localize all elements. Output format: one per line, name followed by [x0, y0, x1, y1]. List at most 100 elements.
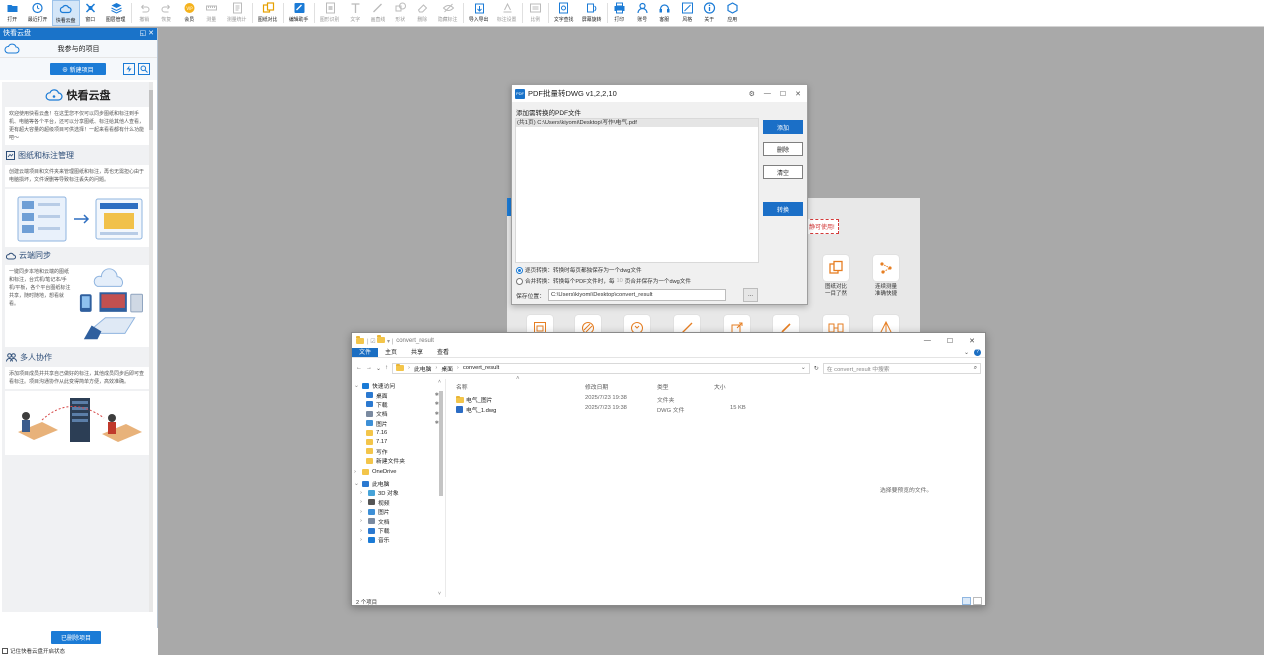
toolbar-button-20[interactable]: 比例	[524, 0, 547, 26]
toolbar-button-4[interactable]: 图层管理	[102, 0, 130, 26]
tab-share[interactable]: 共享	[404, 348, 430, 357]
toolbar-button-25[interactable]: 客服	[654, 0, 677, 26]
explorer-search-icon[interactable]: ⌕	[974, 365, 977, 372]
breadcrumb-desktop[interactable]: 桌面	[441, 364, 453, 373]
expand-arrow-icon[interactable]: ›	[360, 490, 365, 496]
save-path-field[interactable]: C:\Users\kiyomi\Desktop\convert_result	[548, 289, 726, 301]
forward-icon[interactable]: →	[366, 365, 372, 371]
toolbar-button-7[interactable]: VIP 会员	[178, 0, 201, 26]
toolbar-button-9[interactable]: 测量统计	[223, 0, 251, 26]
toolbar-button-24[interactable]: 账号	[631, 0, 654, 26]
nav-item[interactable]: › 下载	[352, 526, 445, 535]
nav-item[interactable]: › 文档	[352, 516, 445, 526]
toolbar-button-23[interactable]: 打印	[609, 0, 632, 26]
explorer-minimize-icon[interactable]: —	[924, 337, 931, 345]
quick-access-toolbar[interactable]: | ☑ ▾ |	[367, 335, 393, 345]
search-input[interactable]: 在 convert_result 中搜索 ⌕	[822, 362, 981, 374]
expand-arrow-icon[interactable]: ⌄	[354, 481, 359, 487]
toolbar-button-14[interactable]: 画直线	[367, 0, 390, 26]
new-project-button[interactable]: ⊕ 新建项目	[50, 63, 106, 75]
toolbar-button-18[interactable]: 导入导出	[465, 0, 493, 26]
breadcrumb-this-pc[interactable]: 此电脑	[414, 364, 431, 373]
nav-item[interactable]: 写作	[352, 447, 445, 456]
file-row[interactable]: 电气_1.dwg 2025/7/23 19:38 DWG 文件 15 KB	[452, 405, 792, 414]
toolbar-button-13[interactable]: 文字	[344, 0, 367, 26]
nav-item[interactable]: 文档 ✱	[352, 409, 445, 418]
add-button[interactable]: 添加	[763, 120, 803, 134]
merge-radio[interactable]	[516, 277, 523, 285]
tab-view[interactable]: 查看	[430, 348, 456, 357]
expand-arrow-icon[interactable]: ›	[360, 509, 365, 515]
expand-arrow-icon[interactable]: ⌄	[354, 383, 359, 389]
toolbar-button-2[interactable]: 快看云盘	[51, 0, 80, 26]
deleted-projects-button[interactable]: 已删除项目	[51, 631, 102, 644]
toolbar-button-1[interactable]: 最近打开	[24, 0, 52, 26]
nav-scroll-thumb[interactable]	[439, 391, 443, 496]
nav-item[interactable]: ⌄ 快速访问	[352, 381, 445, 390]
refresh-icon[interactable]: ↻	[814, 365, 819, 372]
toolbar-button-28[interactable]: 应用	[721, 0, 744, 26]
new-folder-icon[interactable]	[377, 335, 386, 343]
settings-icon[interactable]: ⚙	[749, 90, 755, 98]
nav-scrollbar[interactable]: ˄ ˅	[438, 379, 444, 597]
back-icon[interactable]: ←	[356, 365, 362, 371]
column-date[interactable]: 修改日期	[585, 382, 608, 391]
nav-item[interactable]: 桌面 ✱	[352, 390, 445, 400]
details-view-button[interactable]	[962, 597, 971, 605]
toolbar-button-27[interactable]: 关于	[699, 0, 722, 26]
expand-arrow-icon[interactable]: ›	[360, 528, 365, 534]
nav-item[interactable]: 7.16	[352, 428, 445, 437]
remember-checkbox[interactable]	[2, 648, 8, 654]
column-size[interactable]: 大小	[714, 382, 726, 391]
nav-item[interactable]: › OneDrive	[352, 468, 445, 477]
nav-item[interactable]: 图片 ✱	[352, 419, 445, 428]
maximize-icon[interactable]: ☐	[780, 90, 786, 98]
panel-window-controls[interactable]: ◱ ✕	[140, 28, 157, 40]
recent-locations-icon[interactable]: ⌄	[376, 365, 381, 372]
toolbar-button-26[interactable]: 风格	[676, 0, 699, 26]
compare-feature-button[interactable]	[823, 255, 849, 281]
toolbar-button-10[interactable]: 图纸对比	[254, 0, 282, 26]
panel-scrollbar[interactable]	[149, 82, 153, 612]
search-button[interactable]	[137, 63, 150, 75]
toolbar-button-15[interactable]: 形状	[389, 0, 412, 26]
toolbar-button-0[interactable]: 打开	[1, 0, 24, 26]
scroll-down-icon[interactable]: ˅	[438, 591, 441, 597]
minimize-icon[interactable]: —	[764, 90, 771, 98]
nav-item[interactable]: 下载 ✱	[352, 400, 445, 409]
clear-button[interactable]: 清空	[763, 165, 803, 179]
toolbar-button-6[interactable]: 恢复	[156, 0, 179, 26]
browse-button[interactable]: ...	[743, 288, 758, 302]
toolbar-button-16[interactable]: 删除	[412, 0, 435, 26]
nav-item[interactable]: › 视频	[352, 498, 445, 507]
close-icon[interactable]: ✕	[795, 90, 801, 98]
toolbar-button-21[interactable]: 文字查找	[550, 0, 578, 26]
file-row[interactable]: 电气_图片 2025/7/23 19:38 文件夹	[452, 395, 792, 404]
toolbar-button-5[interactable]: 撤销	[133, 0, 156, 26]
column-type[interactable]: 类型	[657, 382, 669, 391]
scroll-up-icon[interactable]: ˄	[438, 379, 441, 385]
nav-item[interactable]: › 音乐	[352, 535, 445, 544]
nav-item[interactable]: › 3D 对象	[352, 488, 445, 497]
expand-ribbon-icon[interactable]: ⌄	[964, 349, 969, 356]
page-by-page-option[interactable]: 逐页转换：转换时每页都独保存为一个dwg文件	[516, 266, 642, 274]
nav-item[interactable]: › 图片	[352, 507, 445, 516]
tab-file[interactable]: 文件	[352, 348, 379, 357]
explorer-close-icon[interactable]: ✕	[969, 337, 975, 345]
toolbar-button-19[interactable]: 标注设置	[493, 0, 521, 26]
merge-page-count[interactable]: 10	[617, 278, 623, 284]
sync-button[interactable]	[122, 63, 135, 75]
large-icons-view-button[interactable]	[973, 597, 982, 605]
breadcrumb-current[interactable]: convert_result	[463, 365, 499, 371]
remember-option[interactable]: 记住快看云盘开启状态	[2, 647, 65, 655]
address-dropdown-icon[interactable]: ⌄	[801, 365, 809, 371]
convert-button[interactable]: 转换	[763, 202, 803, 216]
pdf-file-row[interactable]: (共1页) C:\Users\kiyomi\Desktop\写作\电气.pdf	[516, 119, 758, 127]
measure-feature-button[interactable]	[873, 255, 899, 281]
address-bar[interactable]: › 此电脑 › 桌面 › convert_result ⌄	[392, 362, 810, 374]
delete-button[interactable]: 删除	[763, 142, 803, 156]
tab-home[interactable]: 主页	[378, 348, 404, 357]
explorer-maximize-icon[interactable]: ☐	[947, 337, 953, 345]
toolbar-button-3[interactable]: 窗口	[80, 0, 103, 26]
expand-arrow-icon[interactable]: ›	[354, 469, 359, 475]
